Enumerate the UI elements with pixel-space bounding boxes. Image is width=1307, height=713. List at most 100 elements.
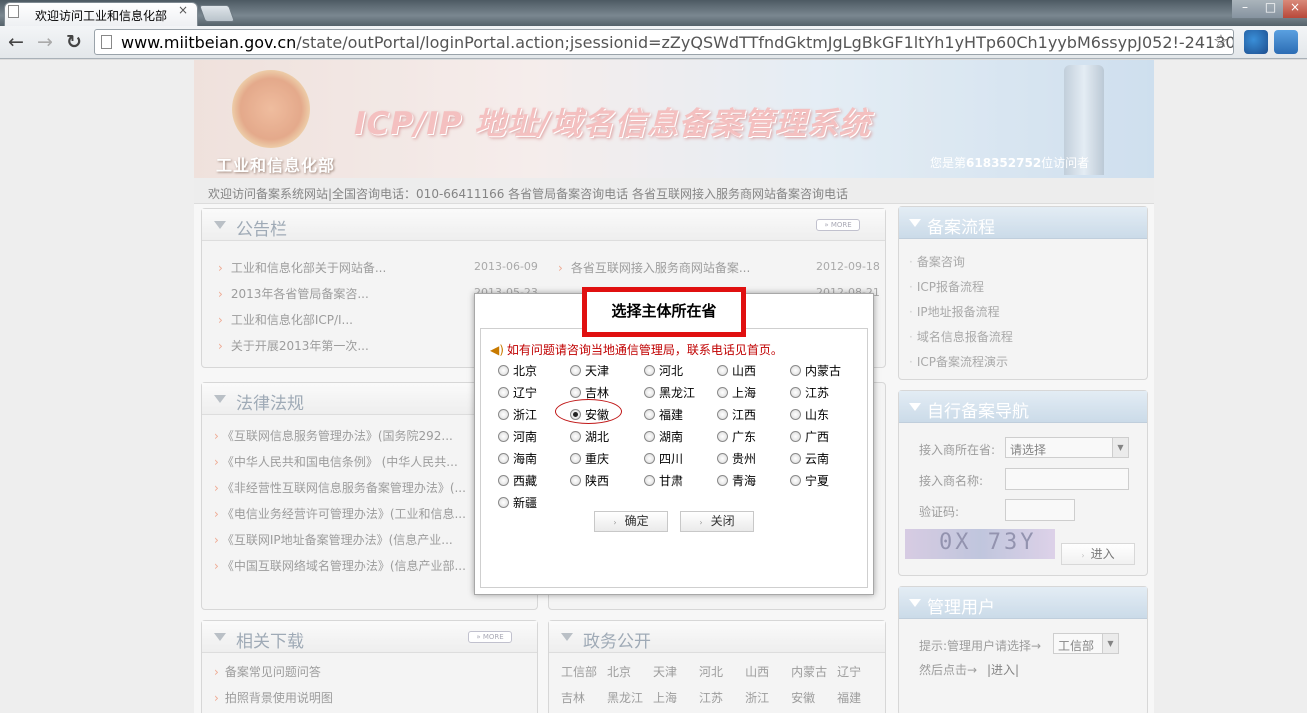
- province-radio[interactable]: 河北: [644, 362, 683, 379]
- browser-toolbar: ← → ↻ www.miitbeian.gov.cn/state/outPort…: [0, 26, 1307, 59]
- extension-gear-icon[interactable]: [1244, 30, 1268, 54]
- radio-button-icon[interactable]: [790, 431, 801, 442]
- ok-button[interactable]: › 确定: [594, 511, 668, 532]
- province-radio[interactable]: 青海: [717, 472, 756, 489]
- province-radio[interactable]: 浙江: [498, 406, 537, 423]
- dialog-notice: ◀) 如有问题请咨询当地通信管理局，联系电话见首页。: [490, 343, 783, 357]
- province-radio[interactable]: 山西: [717, 362, 756, 379]
- radio-button-icon[interactable]: [644, 453, 655, 464]
- back-icon[interactable]: ←: [5, 31, 27, 53]
- province-radio[interactable]: 江苏: [790, 384, 829, 401]
- province-label: 云南: [805, 452, 830, 466]
- browser-tab[interactable]: 欢迎访问工业和信息化部: [4, 2, 198, 26]
- new-tab-button[interactable]: [198, 5, 236, 22]
- province-label: 重庆: [585, 452, 610, 466]
- radio-button-icon[interactable]: [790, 365, 801, 376]
- province-radio[interactable]: 山东: [790, 406, 829, 423]
- province-radio[interactable]: 甘肃: [644, 472, 683, 489]
- radio-button-icon[interactable]: [717, 475, 728, 486]
- radio-button-icon[interactable]: [498, 365, 509, 376]
- radio-button-icon[interactable]: [498, 453, 509, 464]
- province-radio[interactable]: 四川: [644, 450, 683, 467]
- province-label: 新疆: [513, 496, 538, 510]
- province-label: 西藏: [513, 474, 538, 488]
- province-radio[interactable]: 重庆: [570, 450, 609, 467]
- province-label: 浙江: [513, 408, 538, 422]
- province-label: 天津: [585, 364, 610, 378]
- province-label: 宁夏: [805, 474, 830, 488]
- radio-button-icon[interactable]: [498, 475, 509, 486]
- radio-button-icon[interactable]: [570, 365, 581, 376]
- address-bar[interactable]: www.miitbeian.gov.cn/state/outPortal/log…: [94, 29, 1234, 55]
- province-radio[interactable]: 内蒙古: [790, 362, 841, 379]
- close-button[interactable]: › 关闭: [680, 511, 754, 532]
- radio-button-icon[interactable]: [717, 409, 728, 420]
- bookmark-star-icon[interactable]: ☆: [1213, 31, 1229, 52]
- radio-button-icon[interactable]: [644, 475, 655, 486]
- minimize-button[interactable]: –: [1232, 0, 1258, 18]
- province-radio[interactable]: 辽宁: [498, 384, 537, 401]
- radio-button-icon[interactable]: [644, 431, 655, 442]
- province-radio[interactable]: 天津: [570, 362, 609, 379]
- radio-button-icon[interactable]: [717, 387, 728, 398]
- province-label: 海南: [513, 452, 538, 466]
- forward-icon[interactable]: →: [34, 31, 56, 53]
- radio-button-icon[interactable]: [498, 497, 509, 508]
- province-radio[interactable]: 海南: [498, 450, 537, 467]
- radio-button-icon[interactable]: [790, 387, 801, 398]
- province-radio[interactable]: 湖南: [644, 428, 683, 445]
- province-radio[interactable]: 贵州: [717, 450, 756, 467]
- radio-button-icon[interactable]: [717, 453, 728, 464]
- province-label: 湖北: [585, 430, 610, 444]
- url-path: /state/outPortal/loginPortal.action;jses…: [296, 33, 1234, 52]
- reload-icon[interactable]: ↻: [63, 31, 85, 53]
- radio-button-icon[interactable]: [717, 431, 728, 442]
- province-radio[interactable]: 北京: [498, 362, 537, 379]
- province-radio[interactable]: 宁夏: [790, 472, 829, 489]
- radio-button-icon[interactable]: [790, 453, 801, 464]
- radio-button-icon[interactable]: [644, 409, 655, 420]
- province-radio[interactable]: 陕西: [570, 472, 609, 489]
- province-label: 山西: [732, 364, 757, 378]
- province-label: 吉林: [585, 386, 610, 400]
- radio-button-icon[interactable]: [498, 409, 509, 420]
- selection-highlight-circle: [555, 399, 622, 424]
- radio-button-icon[interactable]: [570, 453, 581, 464]
- province-radio[interactable]: 黑龙江: [644, 384, 695, 401]
- province-radio[interactable]: 广西: [790, 428, 829, 445]
- province-label: 内蒙古: [805, 364, 842, 378]
- radio-button-icon[interactable]: [790, 475, 801, 486]
- maximize-button[interactable]: □: [1258, 0, 1283, 18]
- radio-button-icon[interactable]: [644, 365, 655, 376]
- province-radio[interactable]: 河南: [498, 428, 537, 445]
- province-radio[interactable]: 新疆: [498, 494, 537, 511]
- province-label: 河北: [659, 364, 684, 378]
- province-radio[interactable]: 江西: [717, 406, 756, 423]
- province-radio[interactable]: 广东: [717, 428, 756, 445]
- province-label: 青海: [732, 474, 757, 488]
- radio-button-icon[interactable]: [790, 409, 801, 420]
- extension-fpa-icon[interactable]: [1274, 30, 1298, 54]
- province-radio[interactable]: 福建: [644, 406, 683, 423]
- province-label: 上海: [732, 386, 757, 400]
- radio-button-icon[interactable]: [570, 387, 581, 398]
- url-host: www.miitbeian.gov.cn: [121, 33, 297, 52]
- province-radio[interactable]: 西藏: [498, 472, 537, 489]
- radio-button-icon[interactable]: [570, 475, 581, 486]
- dialog-title: 选择主体所在省: [582, 287, 746, 337]
- province-radio[interactable]: 云南: [790, 450, 829, 467]
- province-label: 湖南: [659, 430, 684, 444]
- province-label: 江西: [732, 408, 757, 422]
- radio-button-icon[interactable]: [498, 431, 509, 442]
- radio-button-icon[interactable]: [717, 365, 728, 376]
- radio-button-icon[interactable]: [570, 431, 581, 442]
- province-label: 河南: [513, 430, 538, 444]
- province-label: 辽宁: [513, 386, 538, 400]
- close-window-button[interactable]: ×: [1283, 0, 1307, 18]
- radio-button-icon[interactable]: [498, 387, 509, 398]
- province-radio[interactable]: 湖北: [570, 428, 609, 445]
- radio-button-icon[interactable]: [644, 387, 655, 398]
- page-icon: [8, 5, 19, 18]
- province-radio[interactable]: 上海: [717, 384, 756, 401]
- tab-close-icon[interactable]: ×: [178, 3, 188, 17]
